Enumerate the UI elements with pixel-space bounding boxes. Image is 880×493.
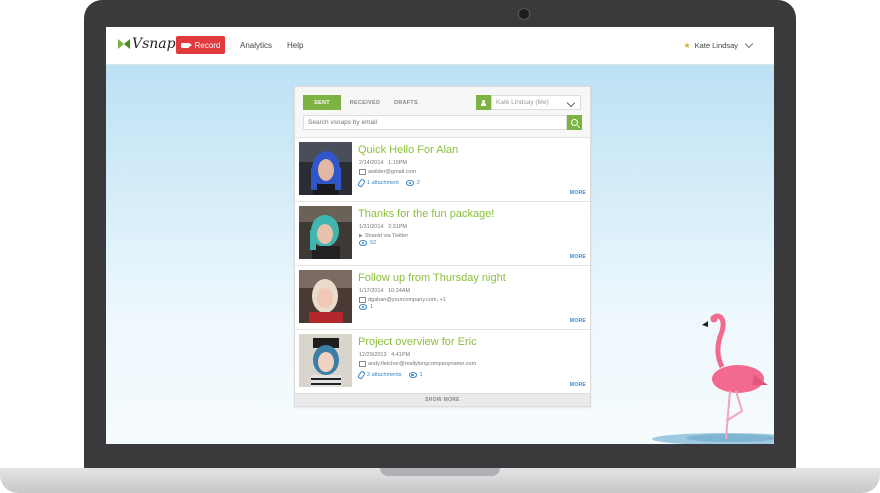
record-label: Record (194, 40, 221, 50)
star-icon: ★ (683, 41, 691, 50)
view-count: 1 (419, 372, 423, 378)
more-link[interactable]: MORE (570, 254, 586, 260)
video-thumbnail[interactable] (299, 142, 352, 195)
paperclip-icon (357, 370, 366, 380)
laptop-notch (380, 468, 500, 476)
nav-analytics[interactable]: Analytics (240, 41, 272, 50)
chevron-down-icon (566, 98, 576, 108)
envelope-icon (359, 169, 366, 175)
list-item[interactable]: Follow up from Thursday night 1/17/2014 … (295, 265, 590, 329)
eye-icon (359, 304, 367, 310)
envelope-icon (359, 361, 366, 367)
date: 1/17/2014 (359, 288, 384, 294)
paperclip-icon (357, 178, 366, 188)
user-select-value: Kate Lindsay (Me) (496, 99, 549, 106)
user-filter-button[interactable] (476, 95, 491, 110)
record-button[interactable]: Record (176, 36, 225, 54)
tab-drafts[interactable]: DRAFTS (390, 95, 422, 110)
list-item[interactable]: Quick Hello For Alan 2/14/2014 1:15PM aw… (295, 137, 590, 201)
envelope-icon (359, 297, 366, 303)
recipient: Shanid via Twitter (364, 233, 409, 239)
vsnap-datetime: 1/31/2014 2:31PM (359, 224, 407, 230)
more-link[interactable]: MORE (570, 318, 586, 324)
webcam (518, 8, 530, 20)
eye-icon (405, 180, 414, 186)
vsnap-list: Quick Hello For Alan 2/14/2014 1:15PM aw… (295, 137, 590, 393)
vsnap-datetime: 1/17/2014 10:24AM (359, 288, 410, 294)
user-name: Kate Lindsay (694, 41, 738, 50)
vsnap-stats: 2 attachments 1 (357, 370, 423, 380)
search-input[interactable] (303, 115, 567, 130)
view-count: 2 (416, 180, 420, 186)
tab-sent[interactable]: SENT (303, 95, 341, 110)
vsnap-stats: 1 attachment 2 (357, 178, 420, 188)
time: 1:15PM (388, 160, 408, 166)
vsnap-recipient: ▶ Shanid via Twitter (359, 233, 408, 239)
video-camera-icon (180, 42, 192, 48)
attachments-link[interactable]: 2 attachments (367, 372, 402, 378)
list-item[interactable]: Thanks for the fun package! 1/31/2014 2:… (295, 201, 590, 265)
person-icon (481, 99, 486, 106)
user-menu[interactable]: ★ Kate Lindsay (683, 39, 754, 50)
view-count: 1 (370, 304, 374, 310)
video-thumbnail[interactable] (299, 334, 352, 387)
vsnap-recipient: awilder@gmail.com (359, 169, 416, 175)
twitter-icon: ▶ (359, 233, 363, 239)
vsnap-title[interactable]: Project overview for Eric (358, 336, 477, 348)
video-thumbnail[interactable] (299, 206, 352, 259)
more-link[interactable]: MORE (570, 382, 586, 388)
more-link[interactable]: MORE (570, 190, 586, 196)
vsnap-datetime: 2/14/2014 1:15PM (359, 160, 407, 166)
search-icon (571, 119, 578, 126)
logo-text: Vsnap (132, 36, 176, 52)
list-item[interactable]: Project overview for Eric 12/29/2013 4:4… (295, 329, 590, 393)
vsnap-datetime: 12/29/2013 4:41PM (359, 352, 410, 358)
time: 4:41PM (391, 352, 411, 358)
recipient: andy.fletcher@reallylongcompanyname.com (368, 361, 477, 367)
vsnap-stats: 52 (359, 240, 376, 246)
vsnap-recipient: dgahan@yourcompany.com, +1 (359, 297, 446, 303)
vsnap-title[interactable]: Quick Hello For Alan (358, 144, 458, 156)
logo[interactable]: Vsnap (118, 36, 176, 52)
date: 2/14/2014 (359, 160, 384, 166)
vsnap-title[interactable]: Follow up from Thursday night (358, 272, 506, 284)
view-count: 52 (370, 240, 377, 246)
user-select[interactable]: Kate Lindsay (Me) (491, 95, 581, 110)
flamingo-illustration (652, 313, 774, 444)
recipient: dgahan@yourcompany.com, +1 (368, 297, 446, 303)
date: 12/29/2013 (359, 352, 387, 358)
search-button[interactable] (567, 115, 582, 130)
date: 1/31/2014 (359, 224, 384, 230)
recipient: awilder@gmail.com (368, 169, 417, 175)
vsnap-recipient: andy.fletcher@reallylongcompanyname.com (359, 361, 476, 367)
vsnaps-panel: SENT RECEIVED DRAFTS Kate Lindsay (Me) S… (294, 86, 591, 407)
chevron-down-icon (744, 39, 754, 49)
tab-received[interactable]: RECEIVED (345, 95, 385, 110)
app-screen: Vsnap Record Analytics Help ★ Kate Linds… (106, 27, 774, 444)
nav-help[interactable]: Help (287, 41, 303, 50)
eye-icon (359, 240, 367, 246)
video-thumbnail[interactable] (299, 270, 352, 323)
show-more-button[interactable]: SHOW MORE (295, 393, 590, 406)
logo-mark-icon (118, 39, 130, 49)
eye-icon (408, 372, 417, 378)
time: 2:31PM (388, 224, 408, 230)
attachments-link[interactable]: 1 attachment (367, 180, 399, 186)
vsnap-stats: 1 (359, 304, 373, 310)
app-header: Vsnap Record Analytics Help ★ Kate Linds… (106, 27, 774, 65)
vsnap-title[interactable]: Thanks for the fun package! (358, 208, 494, 220)
time: 10:24AM (388, 288, 411, 294)
